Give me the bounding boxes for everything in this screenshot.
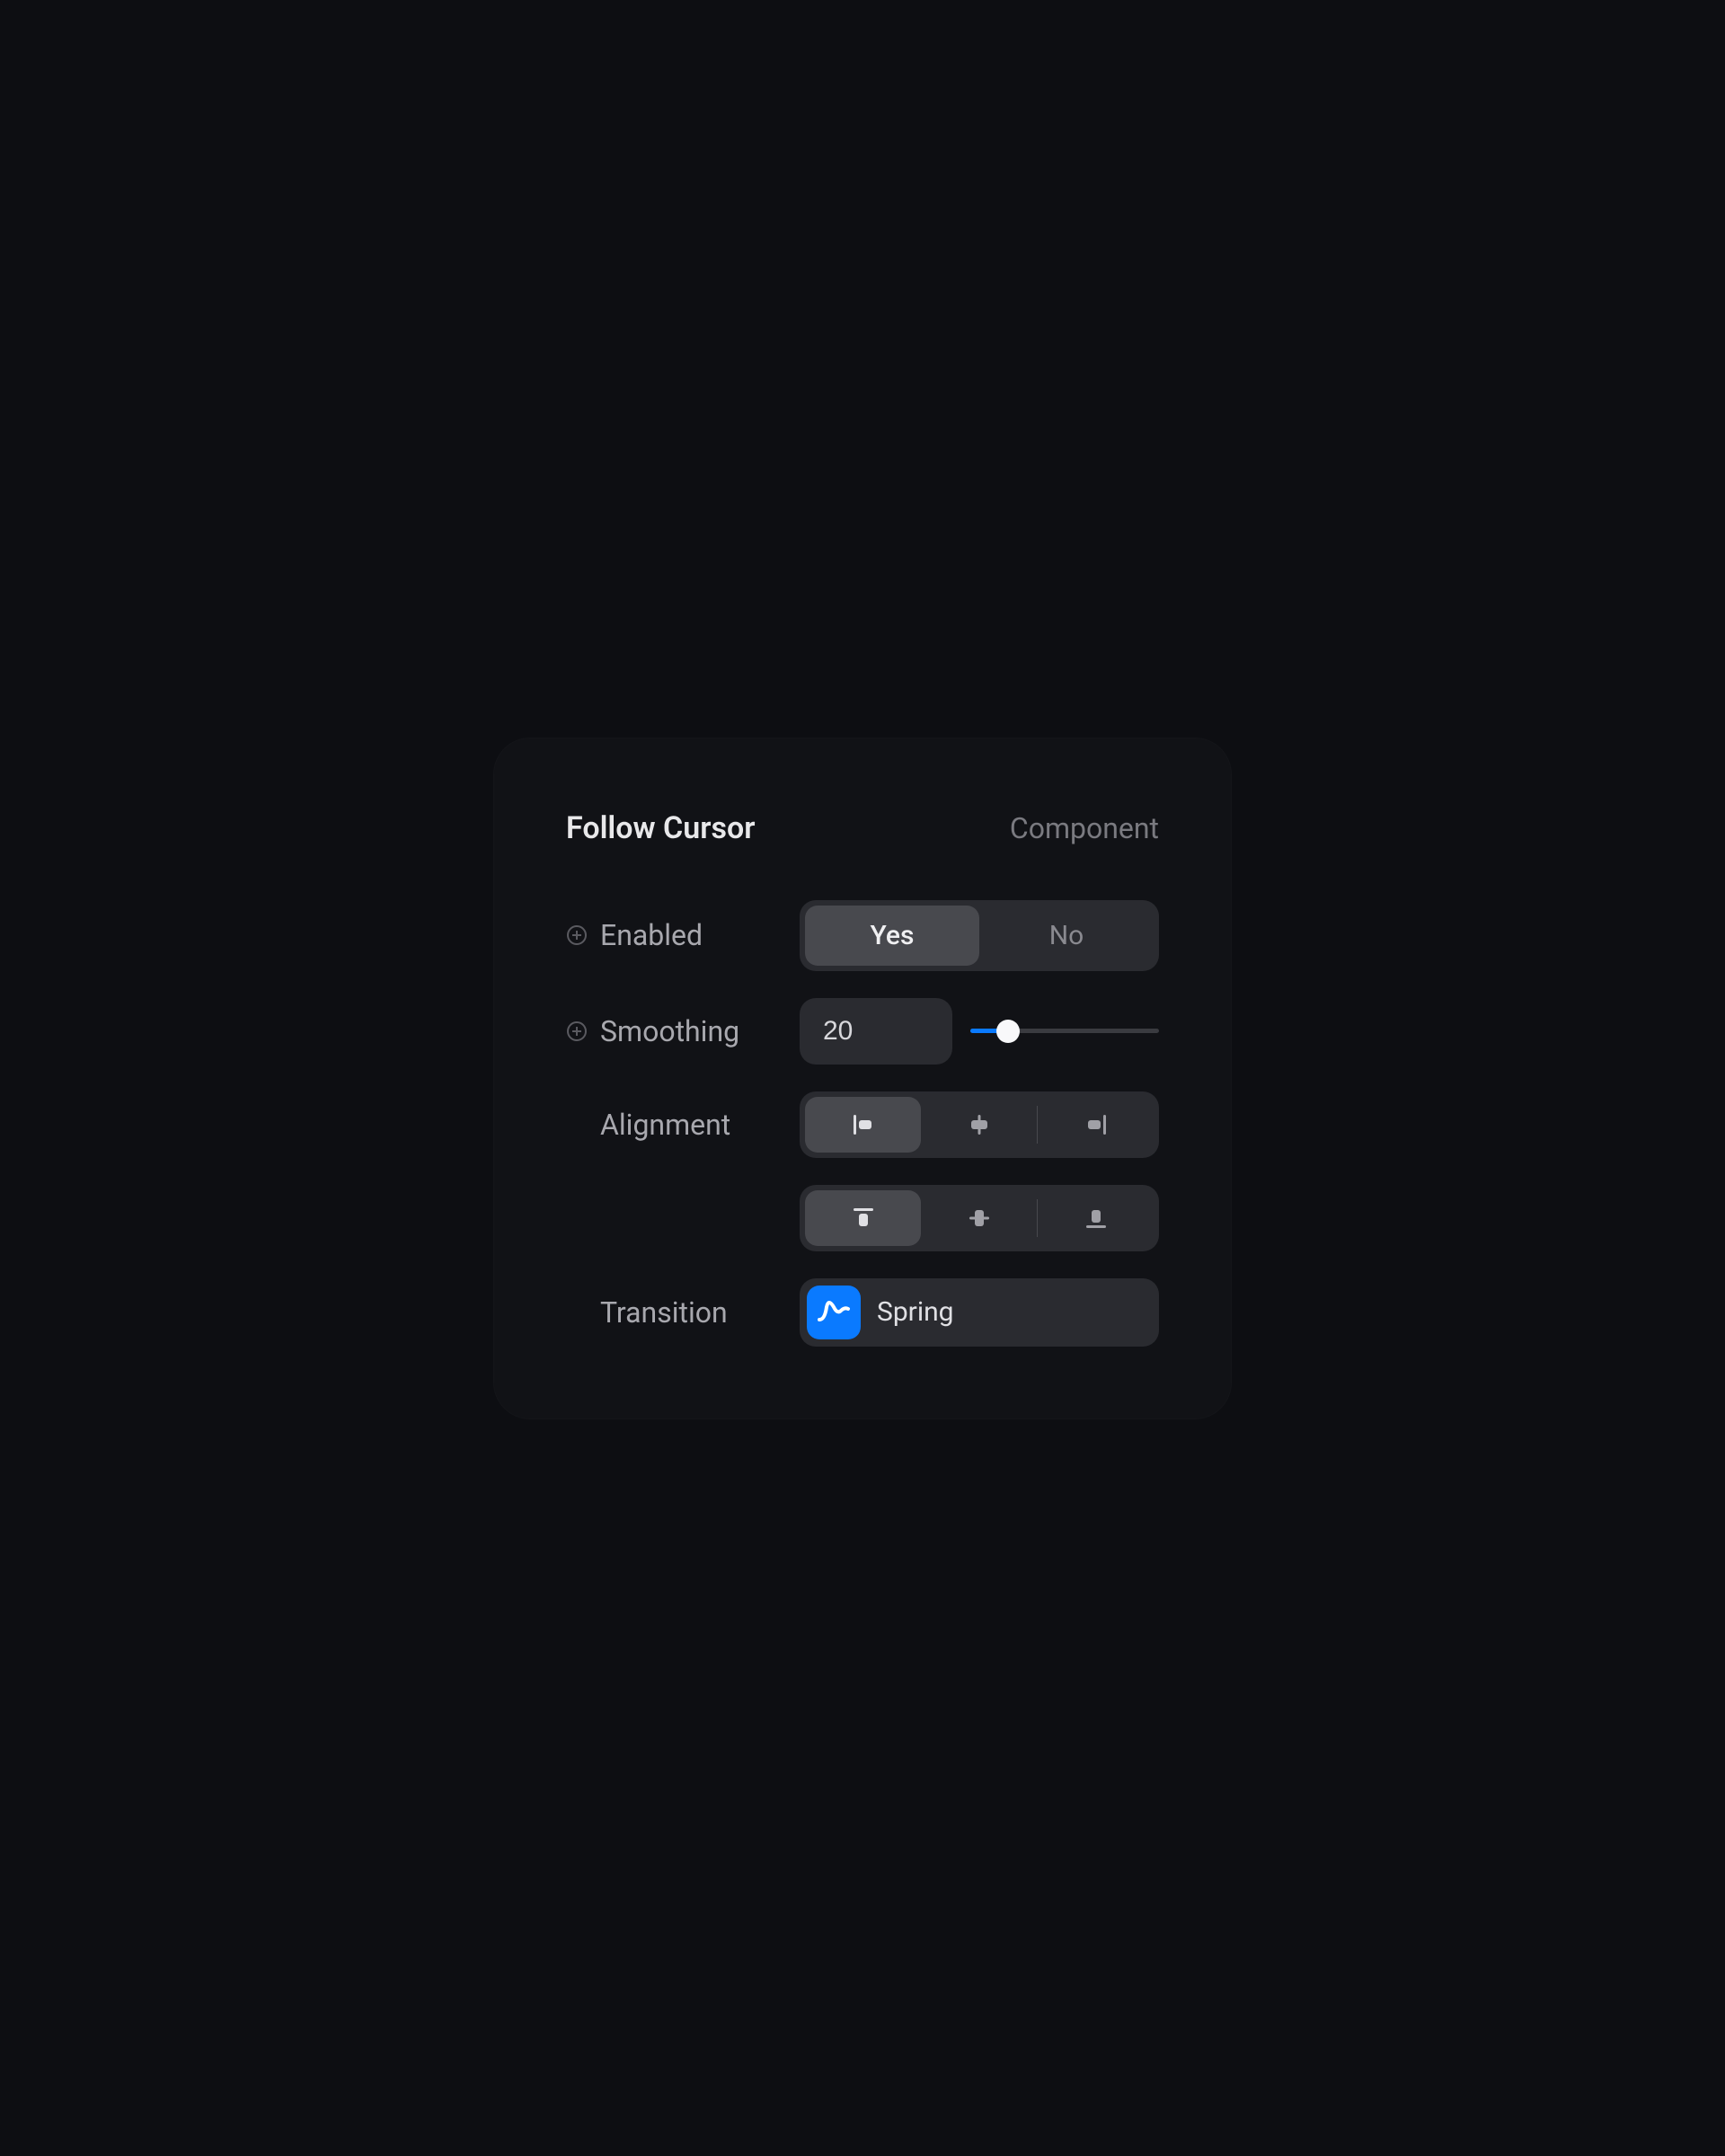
transition-value: Spring — [877, 1296, 954, 1328]
align-top-button[interactable] — [805, 1190, 921, 1246]
properties-panel: Follow Cursor Component Enabled Yes No S… — [494, 738, 1231, 1418]
align-bottom-icon — [1081, 1203, 1111, 1233]
align-right-icon — [1081, 1109, 1111, 1140]
align-center-h-icon — [964, 1109, 995, 1140]
align-right-button[interactable] — [1038, 1097, 1154, 1153]
align-center-v-button[interactable] — [921, 1190, 1037, 1246]
vertical-alignment-group — [800, 1185, 1159, 1251]
enabled-toggle: Yes No — [800, 900, 1159, 971]
enabled-row: Enabled Yes No — [566, 900, 1159, 971]
slider-thumb[interactable] — [996, 1020, 1020, 1043]
panel-subtitle: Component — [1010, 811, 1159, 845]
horizontal-alignment-group — [800, 1091, 1159, 1158]
alignment-horizontal-row: Alignment — [566, 1091, 1159, 1158]
smoothing-row: Smoothing — [566, 998, 1159, 1065]
align-left-icon — [848, 1109, 879, 1140]
align-top-icon — [848, 1203, 879, 1233]
spring-icon — [807, 1286, 861, 1339]
plus-circle-icon[interactable] — [566, 1021, 588, 1042]
smoothing-input[interactable] — [800, 998, 952, 1065]
transition-row: Transition Spring — [566, 1278, 1159, 1347]
transition-select[interactable]: Spring — [800, 1278, 1159, 1347]
enabled-no-button[interactable]: No — [979, 906, 1154, 966]
transition-label: Transition — [600, 1295, 728, 1330]
enabled-label: Enabled — [600, 918, 703, 952]
plus-circle-icon[interactable] — [566, 924, 588, 946]
smoothing-slider[interactable] — [970, 1013, 1159, 1049]
align-left-button[interactable] — [805, 1097, 921, 1153]
align-bottom-button[interactable] — [1038, 1190, 1154, 1246]
align-center-h-button[interactable] — [921, 1097, 1037, 1153]
alignment-label: Alignment — [600, 1108, 730, 1142]
enabled-yes-button[interactable]: Yes — [805, 906, 979, 966]
panel-header: Follow Cursor Component — [566, 810, 1159, 846]
alignment-vertical-row — [566, 1185, 1159, 1251]
panel-title: Follow Cursor — [566, 810, 755, 846]
align-center-v-icon — [964, 1203, 995, 1233]
smoothing-label: Smoothing — [600, 1014, 739, 1048]
